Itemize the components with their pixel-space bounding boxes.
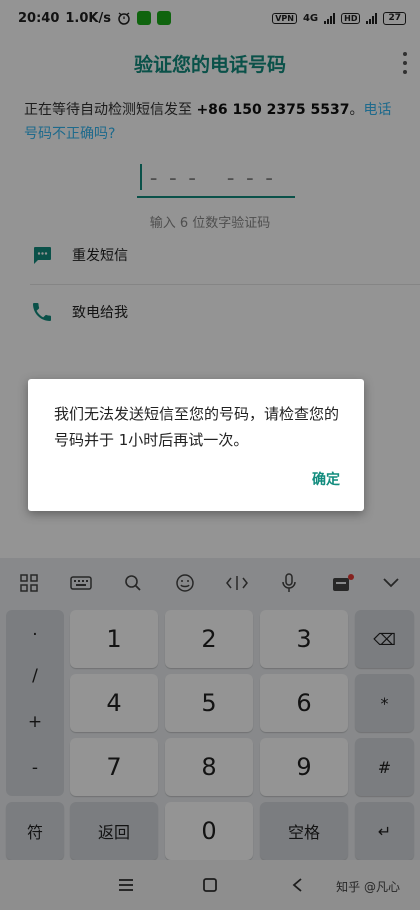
dialog-message: 我们无法发送短信至您的号码，请检查您的号码并于 1小时后再试一次。	[54, 405, 340, 449]
error-dialog: 我们无法发送短信至您的号码，请检查您的号码并于 1小时后再试一次。 确定	[28, 379, 364, 511]
ok-button[interactable]: 确定	[306, 465, 346, 493]
